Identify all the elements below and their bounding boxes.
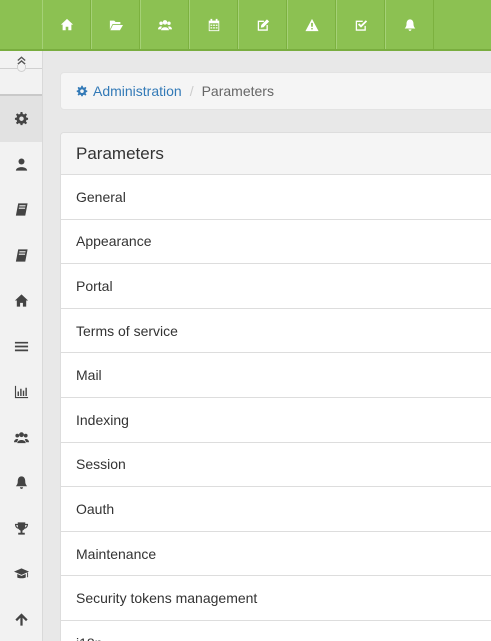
topbar-documents-button[interactable]	[91, 0, 140, 49]
bar-chart-icon	[14, 386, 28, 399]
list-item-terms-of-service[interactable]: Terms of service	[61, 309, 491, 354]
graduation-cap-icon	[13, 568, 29, 579]
list-item-i18n[interactable]: i18n	[61, 621, 491, 641]
sidebar-item-groups[interactable]	[0, 415, 42, 461]
list-item-security-tokens[interactable]: Security tokens management	[61, 576, 491, 621]
topbar-home-button[interactable]	[42, 0, 91, 49]
edit-icon	[257, 18, 269, 31]
topbar-warning-button[interactable]	[287, 0, 336, 49]
topbar-notifications-button[interactable]	[385, 0, 434, 49]
bell-icon	[404, 18, 415, 31]
users-icon	[157, 19, 172, 30]
gear-icon	[14, 112, 28, 126]
list-item-session[interactable]: Session	[61, 443, 491, 488]
topbar-calendar-button[interactable]	[189, 0, 238, 49]
list-item-portal[interactable]: Portal	[61, 264, 491, 309]
sidebar-item-badges[interactable]	[0, 506, 42, 552]
sidebar-item-administration[interactable]	[0, 96, 42, 142]
topbar-edit-button[interactable]	[238, 0, 287, 49]
parameters-list: General Appearance Portal Terms of servi…	[61, 175, 491, 641]
home-icon	[60, 18, 73, 30]
sidebar-item-list[interactable]	[0, 324, 42, 370]
sidebar-item-home[interactable]	[0, 278, 42, 324]
list-item-mail[interactable]: Mail	[61, 353, 491, 398]
arrow-up-icon	[14, 613, 28, 626]
sidebar-item-book-2[interactable]	[0, 233, 42, 279]
gear-icon	[76, 85, 88, 97]
sidebar-item-statistics[interactable]	[0, 369, 42, 415]
list-item-general[interactable]: General	[61, 175, 491, 220]
home-icon	[14, 294, 28, 307]
parameters-panel: Parameters General Appearance Portal Ter…	[60, 132, 491, 641]
list-item-oauth[interactable]: Oauth	[61, 487, 491, 532]
bell-icon	[15, 476, 27, 490]
sidebar	[0, 51, 43, 641]
trophy-icon	[14, 522, 28, 535]
breadcrumb: Administration / Parameters	[60, 72, 491, 110]
checkbox-icon	[355, 19, 367, 31]
calendar-icon	[208, 18, 219, 31]
sidebar-item-notifications[interactable]	[0, 460, 42, 506]
sidebar-item-user[interactable]	[0, 142, 42, 188]
breadcrumb-current: Parameters	[201, 83, 274, 99]
user-icon	[15, 158, 27, 171]
warning-icon	[304, 18, 319, 31]
book-icon	[15, 249, 28, 262]
topbar-users-button[interactable]	[140, 0, 189, 49]
folder-open-icon	[109, 20, 123, 30]
topbar-tasks-button[interactable]	[336, 0, 385, 49]
users-icon	[13, 432, 29, 443]
collapse-handle	[17, 65, 26, 72]
breadcrumb-separator: /	[189, 83, 194, 99]
top-navbar	[0, 0, 491, 51]
breadcrumb-link-label: Administration	[93, 83, 182, 99]
sidebar-item-book[interactable]	[0, 187, 42, 233]
panel-title: Parameters	[61, 133, 491, 175]
sidebar-collapse-button[interactable]	[0, 51, 42, 96]
list-item-maintenance[interactable]: Maintenance	[61, 532, 491, 577]
list-icon	[14, 341, 28, 351]
list-item-appearance[interactable]: Appearance	[61, 220, 491, 265]
breadcrumb-administration-link[interactable]: Administration	[76, 83, 182, 99]
sidebar-item-learning[interactable]	[0, 551, 42, 597]
sidebar-item-scroll-top[interactable]	[0, 597, 42, 641]
list-item-indexing[interactable]: Indexing	[61, 398, 491, 443]
book-icon	[15, 203, 28, 216]
